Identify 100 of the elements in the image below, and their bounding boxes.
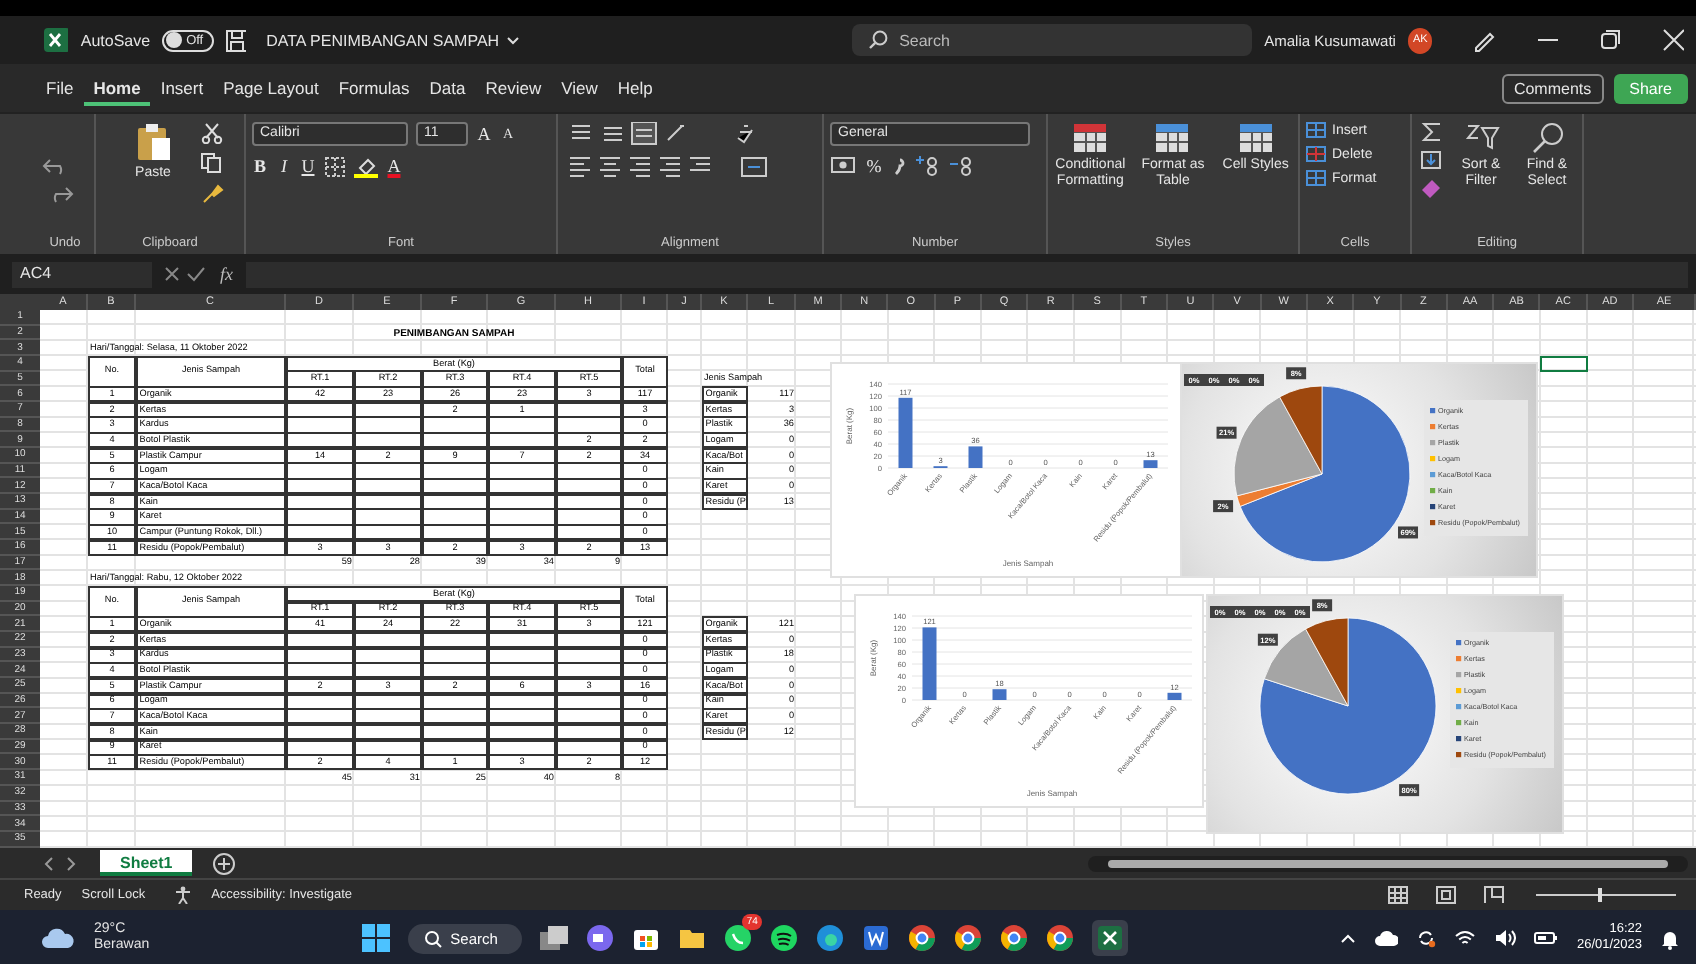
add-sheet-icon[interactable]	[212, 851, 237, 875]
browser-icon[interactable]	[815, 924, 844, 952]
table-cell	[353, 524, 423, 541]
clipboard-icon	[135, 122, 171, 162]
table-cell	[285, 662, 355, 679]
bar	[1143, 460, 1158, 468]
cells-icon	[1306, 146, 1326, 162]
bar	[992, 689, 1007, 700]
menu-tab[interactable]: Formulas	[328, 70, 420, 106]
table-cell	[555, 524, 623, 541]
menu-tab[interactable]: Data	[419, 70, 476, 106]
bell-icon[interactable]	[1660, 927, 1681, 949]
percent-button[interactable]: %	[866, 155, 882, 175]
chevron-up-icon[interactable]	[1340, 930, 1357, 946]
sync-icon[interactable]	[1416, 928, 1437, 948]
wifi-icon[interactable]	[1454, 928, 1477, 948]
italic-button[interactable]: I	[276, 156, 292, 176]
name-box[interactable]: AC4	[12, 261, 152, 287]
table-cell	[421, 478, 489, 495]
bar	[968, 446, 983, 468]
currency-icon[interactable]	[830, 154, 858, 176]
search-icon	[1529, 122, 1565, 154]
word-icon[interactable]	[861, 924, 890, 952]
menu-tab[interactable]: Page Layout	[213, 70, 329, 106]
bar	[922, 627, 937, 700]
menu-tab[interactable]: Review	[475, 70, 552, 106]
table-cell	[353, 478, 423, 495]
file-name-menu[interactable]: DATA PENIMBANGAN SAMPAH	[266, 31, 520, 49]
borders-icon[interactable]	[324, 155, 346, 177]
page-layout-icon[interactable]	[1436, 886, 1456, 904]
table-style-icon	[1072, 122, 1109, 154]
browser-icon[interactable]	[907, 924, 936, 952]
close-icon[interactable]	[1661, 28, 1685, 52]
menu-tab[interactable]: File	[36, 70, 84, 106]
cloud-icon[interactable]	[40, 926, 76, 950]
copy-icon[interactable]	[199, 152, 223, 174]
browser-icon[interactable]	[1045, 924, 1074, 952]
table-cell	[285, 478, 355, 495]
table-cell	[555, 662, 623, 679]
folder-icon[interactable]	[677, 924, 706, 952]
restore-icon[interactable]	[1598, 28, 1622, 52]
cells-icon	[1306, 170, 1326, 186]
table-cell	[555, 478, 623, 495]
autosave-label: AutoSave	[80, 31, 151, 49]
table-cell	[285, 432, 355, 449]
menu-tab[interactable]: Help	[607, 70, 663, 106]
underline-button[interactable]: U	[300, 156, 316, 176]
table-cell	[285, 524, 355, 541]
scissors-icon[interactable]	[199, 122, 223, 144]
comments-button[interactable]: Comments	[1501, 73, 1604, 103]
excel-logo-icon	[44, 28, 69, 52]
decrease-decimal-icon[interactable]	[948, 154, 974, 176]
chat-bubble-icon[interactable]	[723, 924, 752, 952]
sheet-tab[interactable]: Sheet1	[100, 850, 193, 876]
caret-icon	[505, 35, 520, 45]
function-button[interactable]: fx	[220, 264, 233, 284]
table-cell	[487, 524, 557, 541]
comma-icon[interactable]	[890, 154, 906, 176]
cancel-enter-icons-drawing	[164, 263, 208, 285]
table-style-icon	[1237, 122, 1274, 154]
sheet-scroll-arrows-icon[interactable]	[40, 855, 80, 871]
sum-icon[interactable]	[1419, 122, 1443, 142]
battery-icon[interactable]	[1534, 928, 1559, 948]
page-break-icon[interactable]	[1484, 886, 1504, 904]
task-view-icon[interactable]	[539, 924, 568, 952]
horizontal-scrollbar[interactable]	[1088, 855, 1688, 871]
music-icon[interactable]	[769, 924, 798, 952]
chat-icon[interactable]	[585, 924, 614, 952]
accessibility-icon[interactable]	[173, 886, 192, 904]
search-field[interactable]: Search	[851, 24, 1253, 56]
pen-icon[interactable]	[1472, 28, 1496, 52]
store-icon[interactable]	[631, 924, 660, 952]
zoom-slider[interactable]	[1536, 886, 1676, 904]
table-style-icon	[1154, 122, 1191, 154]
table-cell	[353, 708, 423, 725]
menu-tab[interactable]: View	[551, 70, 608, 106]
table-cell	[487, 708, 557, 725]
spreadsheet-app-icon[interactable]	[1091, 920, 1128, 956]
browser-icon[interactable]	[999, 924, 1028, 952]
bold-button[interactable]: B	[252, 156, 268, 176]
normal-view-icon[interactable]	[1388, 886, 1408, 904]
legend-background	[1450, 632, 1554, 768]
brush-icon[interactable]	[199, 182, 223, 204]
cloud-icon[interactable]	[1374, 928, 1399, 948]
table-cell	[285, 708, 355, 725]
font-color-button[interactable]: A	[386, 156, 402, 176]
start-icon[interactable]	[362, 924, 391, 952]
fill-down-icon[interactable]	[1419, 150, 1443, 170]
eraser-icon[interactable]	[1419, 178, 1443, 198]
fill-color-icon[interactable]	[354, 154, 378, 178]
browser-icon[interactable]	[953, 924, 982, 952]
menu-tab[interactable]: Home	[83, 70, 151, 106]
table-cell	[421, 432, 489, 449]
menu-tab[interactable]: Insert	[150, 70, 214, 106]
search-icon	[867, 30, 888, 50]
increase-decimal-icon[interactable]	[914, 154, 940, 176]
save-icon[interactable]	[225, 29, 247, 51]
grow-font-button[interactable]: A	[476, 124, 492, 144]
selected-cell[interactable]	[1540, 356, 1588, 372]
speaker-icon[interactable]	[1494, 928, 1517, 948]
